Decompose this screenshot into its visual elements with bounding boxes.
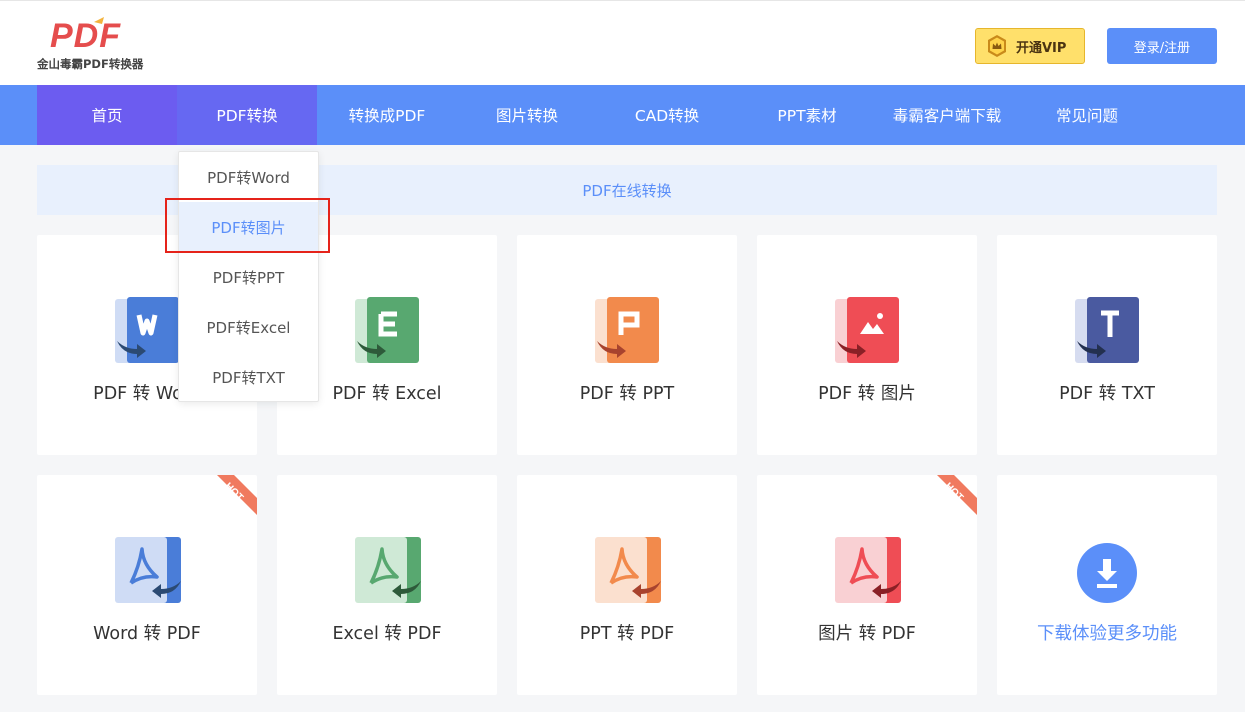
pdf-logo-mark: PDF bbox=[50, 17, 121, 53]
card-download-more[interactable]: 下载体验更多功能 bbox=[997, 475, 1217, 695]
txt-doc-icon bbox=[1075, 297, 1139, 363]
login-register-button[interactable]: 登录/注册 bbox=[1107, 28, 1217, 64]
card-excel-to-pdf[interactable]: Excel 转 PDF bbox=[277, 475, 497, 695]
card-label: PPT 转 PDF bbox=[579, 624, 675, 644]
nav-item-faq[interactable]: 常见问题 bbox=[1017, 85, 1157, 145]
dropdown-item-pdf-to-word[interactable]: PDF转Word bbox=[179, 152, 318, 202]
word-to-pdf-icon bbox=[115, 537, 181, 603]
card-pdf-to-image[interactable]: PDF 转 图片 bbox=[757, 235, 977, 455]
dropdown-item-pdf-to-txt[interactable]: PDF转TXT bbox=[179, 352, 318, 402]
card-label: PDF 转 TXT bbox=[1059, 384, 1155, 404]
card-label: 下载体验更多功能 bbox=[1037, 624, 1177, 644]
nav-item-pdf-convert[interactable]: PDF转换 bbox=[177, 85, 317, 145]
nav-item-client-download[interactable]: 毒霸客户端下载 bbox=[877, 85, 1017, 145]
image-to-pdf-icon bbox=[835, 537, 901, 603]
card-word-to-pdf[interactable]: HOT Word 转 PDF bbox=[37, 475, 257, 695]
download-icon bbox=[1077, 543, 1137, 603]
card-label: Word 转 PDF bbox=[93, 624, 201, 644]
excel-doc-icon bbox=[355, 297, 419, 363]
dropdown-item-pdf-to-ppt[interactable]: PDF转PPT bbox=[179, 252, 318, 302]
ppt-to-pdf-icon bbox=[595, 537, 661, 603]
card-ppt-to-pdf[interactable]: PPT 转 PDF bbox=[517, 475, 737, 695]
nav-item-ppt-assets[interactable]: PPT素材 bbox=[737, 85, 877, 145]
excel-to-pdf-icon bbox=[355, 537, 421, 603]
card-label: PDF 转 PPT bbox=[579, 384, 675, 404]
logo-mark-text: PDF bbox=[50, 17, 121, 53]
crown-badge-icon bbox=[988, 35, 1006, 57]
hot-badge: HOT bbox=[937, 475, 977, 515]
dropdown-item-pdf-to-image[interactable]: PDF转图片 bbox=[179, 202, 318, 252]
word-doc-icon bbox=[115, 297, 179, 363]
nav-item-cad-convert[interactable]: CAD转换 bbox=[597, 85, 737, 145]
logo-subtitle: 金山毒霸PDF转换器 bbox=[37, 57, 144, 71]
card-image-to-pdf[interactable]: HOT 图片 转 PDF bbox=[757, 475, 977, 695]
card-pdf-to-txt[interactable]: PDF 转 TXT bbox=[997, 235, 1217, 455]
main-nav: 首页 PDF转换 转换成PDF 图片转换 CAD转换 PPT素材 毒霸客户端下载… bbox=[0, 85, 1245, 145]
vip-label: 开通VIP bbox=[1016, 40, 1067, 56]
dropdown-item-pdf-to-excel[interactable]: PDF转Excel bbox=[179, 302, 318, 352]
card-label: PDF 转 图片 bbox=[818, 384, 916, 404]
nav-item-to-pdf[interactable]: 转换成PDF bbox=[317, 85, 457, 145]
card-label: Excel 转 PDF bbox=[332, 624, 442, 644]
card-label: 图片 转 PDF bbox=[818, 624, 916, 644]
top-header: PDF 金山毒霸PDF转换器 开通VIP 登录/注册 bbox=[0, 0, 1245, 85]
ppt-doc-icon bbox=[595, 297, 659, 363]
pdf-convert-dropdown: PDF转Word PDF转图片 PDF转PPT PDF转Excel PDF转TX… bbox=[178, 151, 319, 402]
vip-button[interactable]: 开通VIP bbox=[975, 28, 1085, 64]
card-pdf-to-ppt[interactable]: PDF 转 PPT bbox=[517, 235, 737, 455]
nav-item-image-convert[interactable]: 图片转换 bbox=[457, 85, 597, 145]
image-doc-icon bbox=[835, 297, 899, 363]
hot-badge: HOT bbox=[217, 475, 257, 515]
site-logo[interactable]: PDF 金山毒霸PDF转换器 bbox=[37, 15, 157, 75]
nav-items: 首页 PDF转换 转换成PDF 图片转换 CAD转换 PPT素材 毒霸客户端下载… bbox=[37, 85, 1157, 145]
nav-item-home[interactable]: 首页 bbox=[37, 85, 177, 145]
